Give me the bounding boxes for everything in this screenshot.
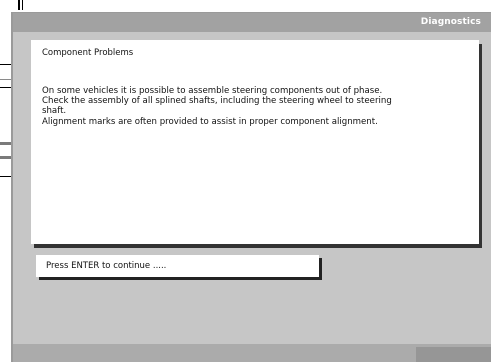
panel-line: On some vehicles it is possible to assem…: [42, 86, 383, 96]
panel-line: shaft.: [42, 106, 67, 117]
window-title: Diagnostics: [420, 17, 481, 27]
message-panel: Component Problems On some vehicles it i…: [31, 40, 479, 244]
panel-line: Check the assembly of all splined shafts…: [42, 96, 392, 107]
status-bar: [13, 344, 491, 362]
panel-heading: Component Problems: [42, 48, 134, 58]
background-window-edge: [18, 0, 20, 10]
background-window-edge: [22, 0, 23, 10]
status-bar-segment: [416, 347, 491, 362]
continue-prompt[interactable]: Press ENTER to continue .....: [36, 255, 319, 277]
panel-line: Alignment marks are often provided to as…: [42, 116, 378, 127]
panel-body: On some vehicles it is possible to assem…: [42, 86, 482, 127]
diagnostics-dialog: Diagnostics Component Problems On some v…: [11, 12, 491, 362]
continue-prompt-label: Press ENTER to continue .....: [46, 261, 167, 271]
screen: Diagnostics Component Problems On some v…: [0, 0, 491, 362]
titlebar: Diagnostics: [13, 13, 491, 32]
